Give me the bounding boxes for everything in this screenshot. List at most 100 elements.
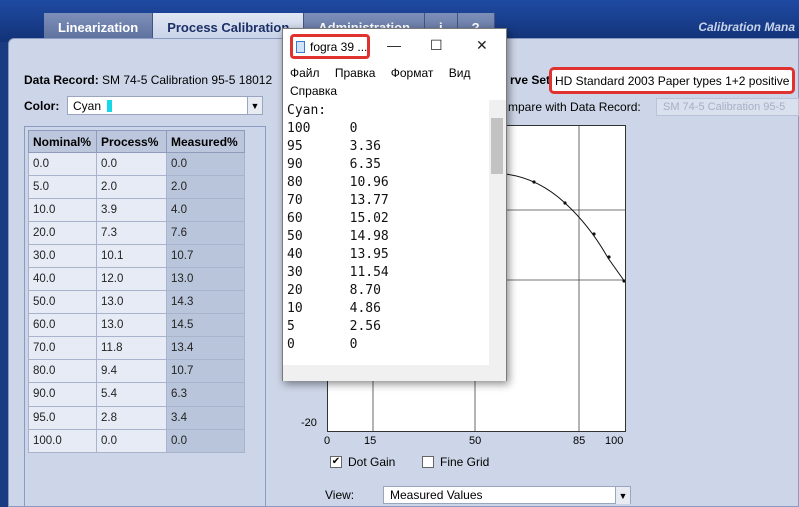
table-row[interactable]: 90.0 5.4 6.3 <box>28 382 245 407</box>
table-row[interactable]: 60.0 13.0 14.5 <box>28 313 245 338</box>
view-value: Measured Values <box>390 488 483 502</box>
process-cell: 3.9 <box>96 198 167 223</box>
process-cell: 0.0 <box>96 151 167 177</box>
calibration-table: Nominal% Process% Measured% 0.0 0.0 0.0 5.0… <box>28 130 245 453</box>
process-cell: 13.0 <box>96 290 167 315</box>
process-cell: 2.0 <box>96 175 167 200</box>
nominal-cell: 70.0 <box>28 336 97 361</box>
color-label: Color: <box>24 99 60 113</box>
table-row[interactable]: 20.0 7.3 7.6 <box>28 221 245 246</box>
dot-gain-checkbox[interactable]: ✔ <box>330 456 342 468</box>
process-cell: 0.0 <box>96 428 167 453</box>
compare-record-field[interactable]: SM 74-5 Calibration 95-5 <box>656 98 799 116</box>
menu-file[interactable]: Файл <box>290 66 320 80</box>
chevron-down-icon[interactable]: ▼ <box>247 97 262 114</box>
table-row[interactable]: 0.0 0.0 0.0 <box>28 151 245 177</box>
table-row[interactable]: 70.0 11.8 13.4 <box>28 336 245 361</box>
process-cell: 10.1 <box>96 244 167 269</box>
notepad-window[interactable]: fogra 39 ... — ☐ ✕ Файл Правка Формат Ви… <box>282 28 507 381</box>
measured-cell[interactable]: 13.4 <box>166 336 245 361</box>
fine-grid-checkbox[interactable] <box>422 456 434 468</box>
curve-set-label: rve Set: <box>510 73 555 87</box>
minimize-icon[interactable]: — <box>387 37 401 53</box>
table-row[interactable]: 5.0 2.0 2.0 <box>28 175 245 200</box>
color-dropdown[interactable]: Cyan ▼ <box>67 96 263 115</box>
nominal-cell: 10.0 <box>28 198 97 223</box>
vertical-scrollbar[interactable] <box>489 100 506 365</box>
color-value: Cyan <box>73 98 102 113</box>
menu-help[interactable]: Справка <box>290 84 337 98</box>
x-tick-85: 85 <box>573 435 586 447</box>
dot-gain-curve <box>504 173 626 283</box>
nominal-cell: 80.0 <box>28 359 97 384</box>
horizontal-scrollbar[interactable] <box>283 365 506 381</box>
table-row[interactable]: 40.0 12.0 13.0 <box>28 267 245 292</box>
close-icon[interactable]: ✕ <box>476 37 488 54</box>
menu-view[interactable]: Вид <box>449 66 471 80</box>
scrollbar-thumb[interactable] <box>491 118 503 174</box>
col-process[interactable]: Process% <box>96 130 167 153</box>
dot-gain-label: Dot Gain <box>348 455 396 469</box>
process-cell: 12.0 <box>96 267 167 292</box>
process-cell: 9.4 <box>96 359 167 384</box>
curve-point <box>607 255 611 259</box>
nominal-cell: 95.0 <box>28 405 97 430</box>
nominal-cell: 50.0 <box>28 290 97 315</box>
table-row[interactable]: 80.0 9.4 10.7 <box>28 359 245 384</box>
measured-cell[interactable]: 10.7 <box>166 359 245 384</box>
table-header-row: Nominal% Process% Measured% <box>28 130 245 153</box>
maximize-icon[interactable]: ☐ <box>430 37 443 54</box>
curve-point <box>592 232 596 236</box>
menu-edit[interactable]: Правка <box>335 66 376 80</box>
measured-cell[interactable]: 14.5 <box>166 313 245 338</box>
measured-cell[interactable]: 7.6 <box>166 221 245 246</box>
table-row[interactable]: 50.0 13.0 14.3 <box>28 290 245 315</box>
nominal-cell: 0.0 <box>28 151 97 177</box>
nominal-cell: 20.0 <box>28 221 97 246</box>
col-measured[interactable]: Measured% <box>166 130 245 153</box>
notepad-menu: Файл Правка Формат Вид Справка <box>290 64 500 100</box>
x-tick-15: 15 <box>364 435 377 447</box>
measured-cell[interactable]: 2.0 <box>166 175 245 200</box>
process-cell: 11.8 <box>96 336 167 361</box>
measured-cell[interactable]: 3.4 <box>166 405 245 430</box>
x-tick-0: 0 <box>324 435 331 447</box>
nominal-cell: 90.0 <box>28 382 97 407</box>
curve-set-field[interactable]: HD Standard 2003 Paper types 1+2 positiv… <box>549 67 795 94</box>
y-tick-label: -20 <box>301 417 317 429</box>
table-row[interactable]: 30.0 10.1 10.7 <box>28 244 245 269</box>
notepad-title: fogra 39 ... <box>290 34 370 59</box>
table-row[interactable]: 95.0 2.8 3.4 <box>28 405 245 430</box>
curve-point <box>532 180 536 184</box>
measured-cell[interactable]: 6.3 <box>166 382 245 407</box>
x-tick-50: 50 <box>469 435 482 447</box>
menu-format[interactable]: Формат <box>391 66 434 80</box>
data-record-row: Data Record: SM 74-5 Calibration 95-5 18… <box>24 73 272 87</box>
curve-set-value: HD Standard 2003 Paper types 1+2 positiv… <box>555 73 790 88</box>
process-cell: 5.4 <box>96 382 167 407</box>
process-cell: 2.8 <box>96 405 167 430</box>
data-record-value: SM 74-5 Calibration 95-5 18012 <box>102 73 273 87</box>
measured-cell[interactable]: 4.0 <box>166 198 245 223</box>
measured-cell[interactable]: 10.7 <box>166 244 245 269</box>
col-nominal[interactable]: Nominal% <box>28 130 97 153</box>
measured-cell[interactable]: 14.3 <box>166 290 245 315</box>
notepad-titlebar[interactable]: fogra 39 ... — ☐ ✕ <box>283 29 506 62</box>
process-cell: 7.3 <box>96 221 167 246</box>
notepad-title-text: fogra 39 ... <box>310 39 368 54</box>
chevron-down-icon[interactable]: ▼ <box>615 487 630 504</box>
measured-cell[interactable]: 0.0 <box>166 428 245 453</box>
measured-cell[interactable]: 0.0 <box>166 151 245 177</box>
table-row[interactable]: 100.0 0.0 0.0 <box>28 428 245 453</box>
process-cell: 13.0 <box>96 313 167 338</box>
notepad-text-area[interactable]: Cyan: 100 0 95 3.36 90 6.35 80 10.96 70 … <box>287 102 487 367</box>
table-row[interactable]: 10.0 3.9 4.0 <box>28 198 245 223</box>
view-dropdown[interactable]: Measured Values ▼ <box>383 486 631 504</box>
x-tick-100: 100 <box>605 435 624 447</box>
app-brand: Calibration Mana <box>698 20 795 34</box>
nominal-cell: 5.0 <box>28 175 97 200</box>
measured-cell[interactable]: 13.0 <box>166 267 245 292</box>
nominal-cell: 100.0 <box>28 428 97 453</box>
cyan-swatch <box>107 99 113 112</box>
compare-record-value: SM 74-5 Calibration 95-5 <box>663 101 786 113</box>
